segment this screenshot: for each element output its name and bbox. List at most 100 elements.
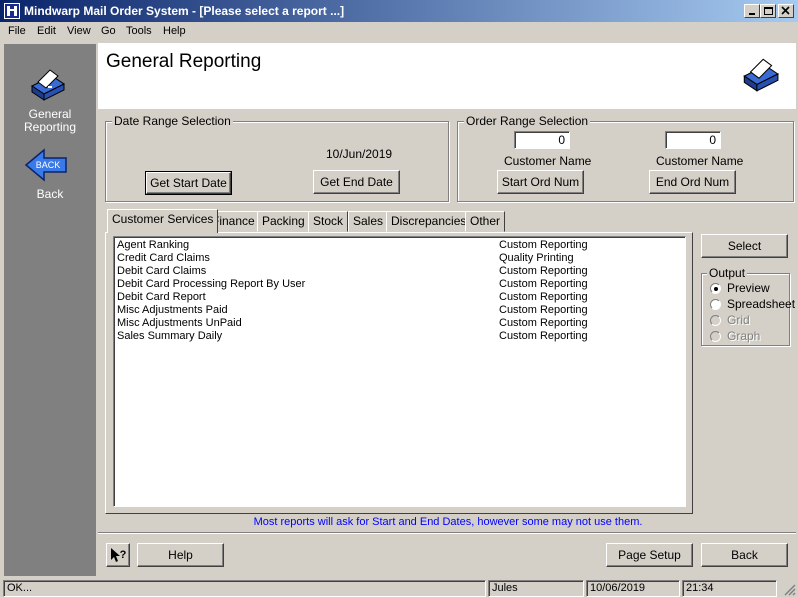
date-range-label: Date Range Selection: [112, 114, 233, 128]
back-button[interactable]: Back: [701, 543, 788, 567]
report-category: Custom Reporting: [499, 265, 588, 277]
report-category: Custom Reporting: [499, 278, 588, 290]
report-name: Credit Card Claims: [117, 252, 210, 264]
list-item[interactable]: Credit Card Claims Quality Printing: [117, 252, 677, 265]
report-category: Custom Reporting: [499, 291, 588, 303]
list-item[interactable]: Misc Adjustments UnPaid Custom Reporting: [117, 317, 677, 330]
output-label: Output: [707, 266, 748, 280]
menu-view[interactable]: View: [67, 25, 91, 37]
maximize-button[interactable]: [760, 4, 776, 18]
get-start-date-label: Get Start Date: [150, 176, 227, 190]
start-customer-name: Customer Name: [504, 154, 592, 168]
header-printer-icon: [743, 58, 779, 92]
close-icon: [781, 6, 790, 15]
menu-tools[interactable]: Tools: [126, 25, 152, 37]
start-order-number-input[interactable]: 0: [514, 131, 570, 149]
status-user: Jules: [488, 580, 584, 597]
start-order-number-label: Start Ord Num: [501, 175, 580, 189]
tab-stock[interactable]: Stock: [308, 211, 349, 232]
menu-edit[interactable]: Edit: [37, 25, 56, 37]
end-order-number-label: End Ord Num: [655, 175, 730, 189]
report-category: Custom Reporting: [499, 317, 588, 329]
report-name: Misc Adjustments UnPaid: [117, 317, 242, 329]
report-header: General Reporting: [98, 43, 796, 109]
svg-text:?: ?: [120, 549, 127, 561]
sidebar-label-reporting: Reporting: [23, 120, 77, 134]
app-icon: [4, 3, 20, 19]
menu-bar: File Edit View Go Tools Help: [0, 22, 798, 41]
printer-icon: [31, 69, 65, 101]
resize-grip-icon[interactable]: [782, 582, 796, 596]
sidebar-label-back: Back: [36, 187, 64, 201]
select-button[interactable]: Select: [701, 234, 788, 258]
tab-discrepancies[interactable]: Discrepancies: [386, 211, 472, 232]
status-message: OK...: [3, 580, 486, 597]
report-name: Debit Card Processing Report By User: [117, 278, 306, 290]
title-bar[interactable]: Mindwarp Mail Order System - [Please sel…: [0, 0, 798, 22]
end-date-value: 10/Jun/2019: [326, 147, 393, 161]
list-item[interactable]: Agent Ranking Custom Reporting: [117, 239, 677, 252]
end-order-number-input[interactable]: 0: [665, 131, 721, 149]
back-label: Back: [731, 548, 758, 562]
status-date: 10/06/2019: [586, 580, 680, 597]
help-label: Help: [168, 548, 193, 562]
svg-text:BACK: BACK: [36, 160, 61, 170]
end-order-number-button[interactable]: End Ord Num: [649, 170, 736, 194]
help-button[interactable]: Help: [137, 543, 224, 567]
list-item[interactable]: Sales Summary Daily Custom Reporting: [117, 330, 677, 343]
back-arrow-icon: BACK: [24, 148, 67, 182]
navigation-sidebar: General Reporting BACK Back: [4, 44, 96, 576]
bottom-divider: [98, 532, 796, 533]
list-item[interactable]: Debit Card Processing Report By User Cust…: [117, 278, 677, 291]
report-category: Quality Printing: [499, 252, 574, 264]
grid-radio: [710, 315, 721, 326]
menu-file[interactable]: File: [8, 25, 26, 37]
order-range-label: Order Range Selection: [464, 114, 591, 128]
menu-help[interactable]: Help: [163, 25, 186, 37]
list-item[interactable]: Misc Adjustments Paid Custom Reporting: [117, 304, 677, 317]
report-list[interactable]: Agent Ranking Custom Reporting Credit Card…: [113, 236, 686, 507]
spreadsheet-radio[interactable]: [710, 299, 721, 310]
start-order-number-button[interactable]: Start Ord Num: [497, 170, 584, 194]
date-range-group: Date Range Selection 10/Jun/2019 Get Sta…: [105, 114, 449, 202]
menu-go[interactable]: Go: [101, 25, 116, 37]
select-label: Select: [727, 239, 762, 253]
status-time: 21:34: [682, 580, 777, 597]
list-item[interactable]: Debit Card Report Custom Reporting: [117, 291, 677, 304]
page-setup-button[interactable]: Page Setup: [606, 543, 693, 567]
minimize-button[interactable]: [744, 4, 760, 18]
output-group: Output Preview Spreadsheet Grid Graph: [701, 266, 795, 346]
report-name: Sales Summary Daily: [117, 330, 223, 342]
tab-packing[interactable]: Packing: [257, 211, 310, 232]
preview-radio-label[interactable]: Preview: [727, 281, 770, 295]
context-help-button[interactable]: ?: [106, 543, 130, 567]
report-category: Custom Reporting: [499, 239, 588, 251]
sidebar-item-general-reporting[interactable]: General Reporting: [4, 64, 96, 136]
dates-note: Most reports will ask for Start and End …: [253, 516, 643, 528]
page-setup-label: Page Setup: [618, 548, 681, 562]
report-category: Custom Reporting: [499, 304, 588, 316]
graph-radio: [710, 331, 721, 342]
get-end-date-button[interactable]: Get End Date: [313, 170, 400, 194]
get-end-date-label: Get End Date: [320, 175, 393, 189]
report-name: Debit Card Report: [117, 291, 206, 303]
whats-this-help-icon: ?: [111, 548, 127, 562]
get-start-date-button[interactable]: Get Start Date: [145, 171, 232, 195]
report-name: Misc Adjustments Paid: [117, 304, 228, 316]
tab-sales[interactable]: Sales: [348, 211, 389, 232]
window-title: Mindwarp Mail Order System - [Please sel…: [24, 4, 345, 18]
spreadsheet-radio-label[interactable]: Spreadsheet: [727, 297, 795, 311]
preview-radio[interactable]: [710, 283, 721, 294]
list-item[interactable]: Debit Card Claims Custom Reporting: [117, 265, 677, 278]
sidebar-item-back[interactable]: BACK Back: [4, 146, 96, 202]
tab-other[interactable]: Other: [465, 211, 506, 232]
end-customer-name: Customer Name: [656, 154, 744, 168]
page-title: General Reporting: [106, 51, 262, 72]
report-name: Agent Ranking: [117, 239, 190, 251]
grid-radio-label: Grid: [727, 313, 750, 327]
report-name: Debit Card Claims: [117, 265, 207, 277]
report-category: Custom Reporting: [499, 330, 588, 342]
graph-radio-label: Graph: [727, 329, 761, 343]
close-button[interactable]: [778, 4, 794, 18]
tab-customer-services[interactable]: Customer Services: [107, 209, 219, 233]
